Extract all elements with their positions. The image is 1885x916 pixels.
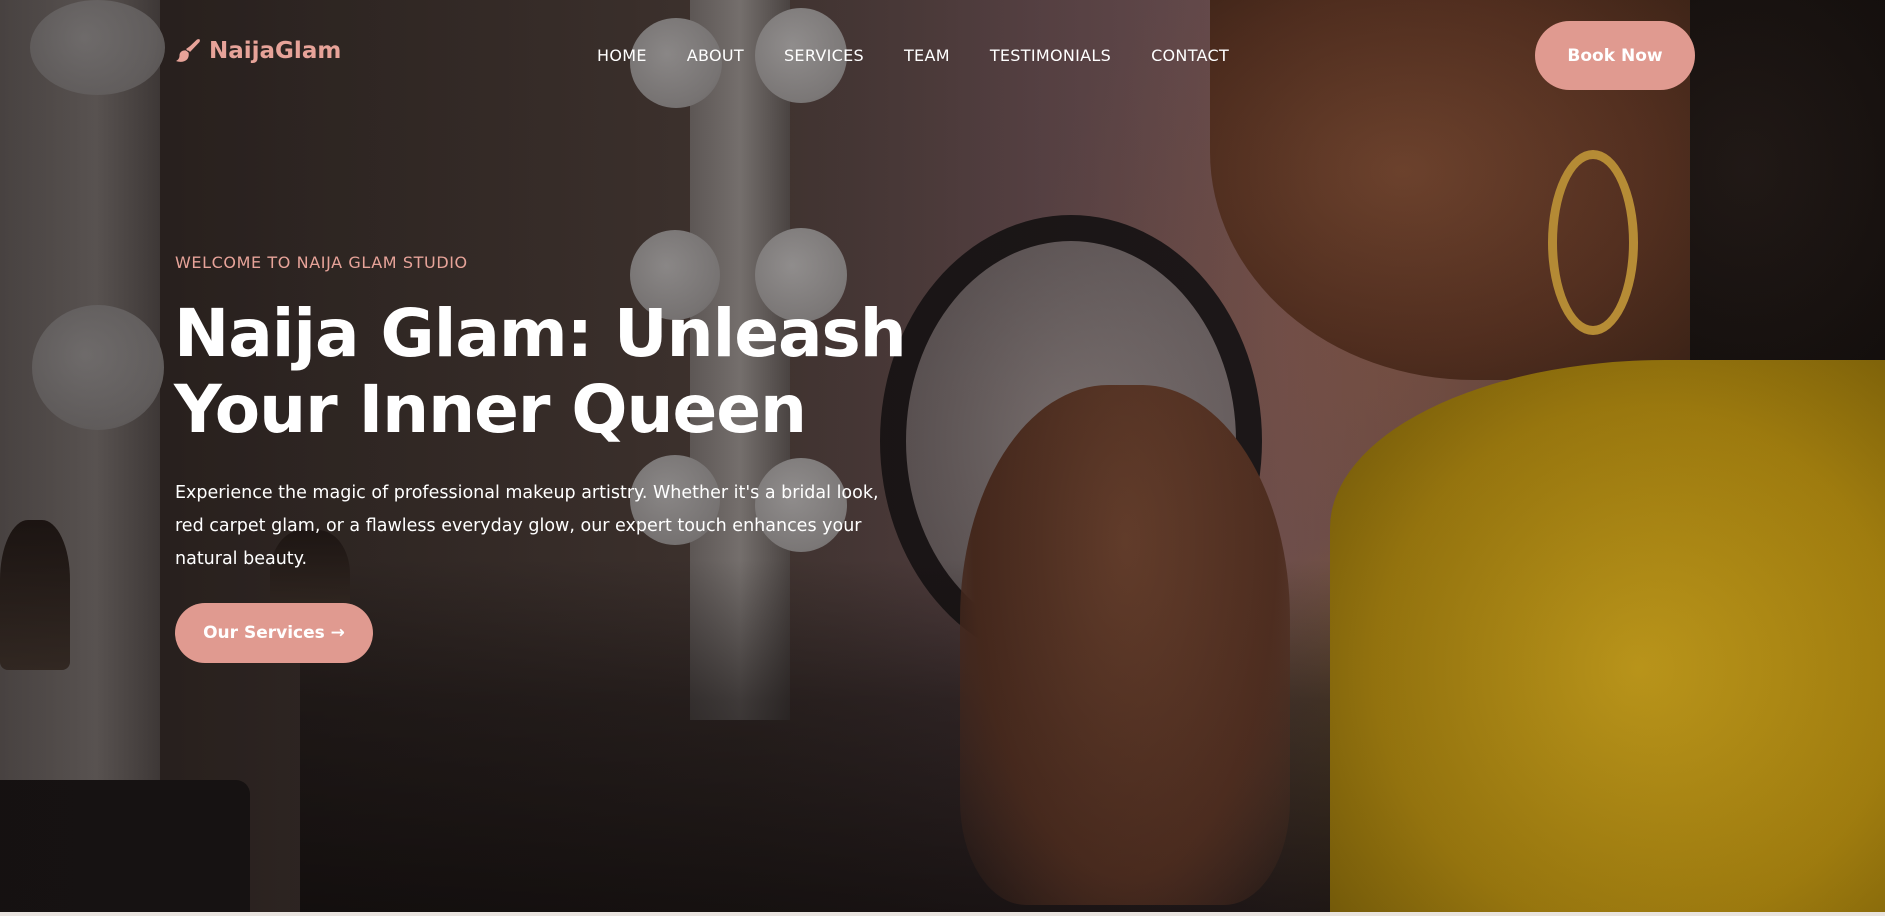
makeup-brush-icon bbox=[175, 38, 201, 64]
hero-description: Experience the magic of professional mak… bbox=[175, 483, 879, 569]
nav-item-contact[interactable]: CONTACT bbox=[1151, 45, 1229, 67]
main-nav: HOME ABOUT SERVICES TEAM TESTIMONIALS CO… bbox=[597, 45, 1269, 67]
hero-headline: Naija Glam: Unleash Your Inner Queen bbox=[174, 295, 907, 448]
brand-logo[interactable]: NaijaGlam bbox=[175, 38, 341, 64]
nav-item-about[interactable]: ABOUT bbox=[687, 45, 744, 67]
brand-name: NaijaGlam bbox=[209, 38, 342, 64]
nav-item-home[interactable]: HOME bbox=[597, 45, 647, 67]
book-now-button[interactable]: Book Now bbox=[1535, 21, 1695, 90]
hero-eyebrow: WELCOME TO NAIJA GLAM STUDIO bbox=[175, 253, 468, 272]
page-bottom-edge bbox=[0, 912, 1885, 916]
nav-item-team[interactable]: TEAM bbox=[904, 45, 950, 67]
nav-item-services[interactable]: SERVICES bbox=[784, 45, 864, 67]
nav-item-testimonials[interactable]: TESTIMONIALS bbox=[990, 45, 1111, 67]
our-services-button[interactable]: Our Services → bbox=[175, 603, 373, 663]
hero-overlay bbox=[0, 0, 1885, 912]
hero-section: NaijaGlam HOME ABOUT SERVICES TEAM TESTI… bbox=[0, 0, 1885, 912]
